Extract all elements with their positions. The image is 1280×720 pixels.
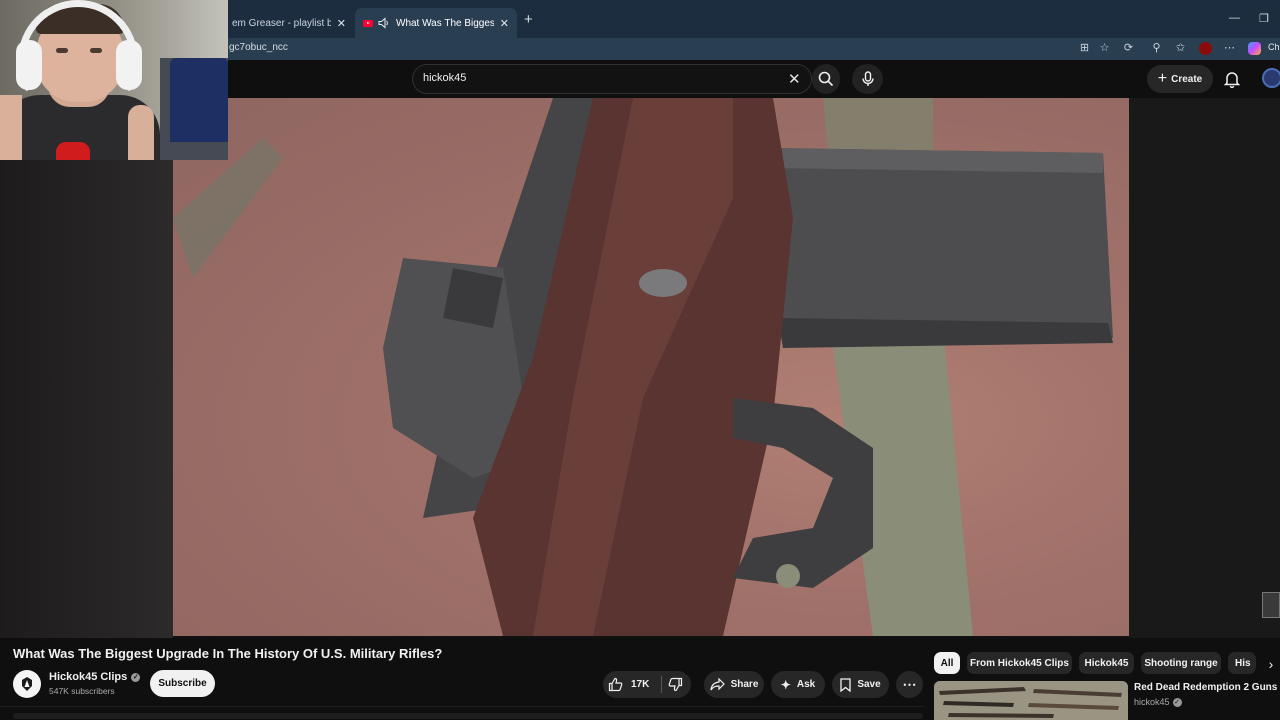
search-input[interactable]: hickok45 xyxy=(423,72,466,84)
channel-logo-icon xyxy=(22,677,32,691)
video-title: What Was The Biggest Upgrade In The Hist… xyxy=(13,646,443,661)
channel-avatar[interactable] xyxy=(13,670,41,698)
screen: em Greaser - playlist by Rich ✕ What Was… xyxy=(0,0,1280,720)
chip-shooting-range[interactable]: Shooting range xyxy=(1141,652,1221,674)
more-menu-icon[interactable]: ⋯ xyxy=(1223,42,1236,55)
thumbnail-guns-image xyxy=(934,681,1128,720)
like-button[interactable]: 17K xyxy=(608,671,649,698)
webcam-overlay xyxy=(0,0,228,160)
video-content-rifle xyxy=(173,98,1113,636)
search-button[interactable] xyxy=(812,64,840,94)
account-avatar[interactable] xyxy=(1262,68,1280,88)
tab-label: What Was The Biggest Upgra xyxy=(396,17,494,29)
share-button[interactable]: Share xyxy=(704,671,764,698)
create-label: Create xyxy=(1171,73,1203,85)
chip-from-channel[interactable]: From Hickok45 Clips xyxy=(967,652,1072,674)
video-blur-left xyxy=(0,98,173,638)
chip-all[interactable]: All xyxy=(934,652,960,674)
webcam-chair xyxy=(170,58,228,142)
video-frame[interactable] xyxy=(173,98,1129,636)
channel-name-row[interactable]: Hickok45 Clips ✓ xyxy=(49,671,141,683)
like-count: 17K xyxy=(631,679,650,690)
clear-search-icon[interactable]: ✕ xyxy=(788,70,801,88)
verified-check-icon: ✓ xyxy=(131,672,141,682)
subscriber-count: 547K subscribers xyxy=(49,686,115,696)
share-label: Share xyxy=(730,679,759,690)
save-label: Save xyxy=(857,679,881,690)
more-horizontal-icon: ⋯ xyxy=(902,676,917,692)
search-icon xyxy=(818,71,834,87)
chip-history[interactable]: His xyxy=(1228,652,1256,674)
share-icon xyxy=(709,678,725,691)
new-tab-icon[interactable]: + xyxy=(524,11,533,28)
more-actions-button[interactable]: ⋯ xyxy=(896,671,923,698)
description-box-edge xyxy=(0,706,925,720)
recommendation-channel[interactable]: hickok45 xyxy=(1134,697,1170,707)
tab-label: em Greaser - playlist by Rich xyxy=(232,17,331,29)
restore-icon[interactable]: ❐ xyxy=(1259,12,1269,25)
close-icon[interactable]: ✕ xyxy=(337,17,346,30)
webcam-person-arm-left xyxy=(0,95,22,160)
close-icon[interactable]: ✕ xyxy=(500,17,509,30)
recommendation-title[interactable]: Red Dead Redemption 2 Guns xyxy=(1134,682,1277,693)
minimize-icon[interactable]: — xyxy=(1229,12,1240,24)
favorites-icon[interactable]: ✩ xyxy=(1174,42,1187,55)
chevron-right-icon[interactable]: › xyxy=(1262,655,1280,673)
voice-search-button[interactable] xyxy=(852,64,883,94)
thumbs-down-icon[interactable] xyxy=(668,677,683,692)
recommendation-thumbnail[interactable] xyxy=(934,681,1128,720)
headset-earcup-right xyxy=(116,40,142,90)
copilot-icon[interactable] xyxy=(1248,42,1261,55)
save-button[interactable]: Save xyxy=(832,671,889,698)
notifications-bell-icon[interactable] xyxy=(1223,70,1241,88)
verified-check-icon: ✓ xyxy=(1172,697,1182,707)
copilot-label[interactable]: Ch xyxy=(1268,42,1280,52)
headset-earcup-left xyxy=(16,40,42,90)
app-available-icon[interactable]: ⊞ xyxy=(1078,42,1091,55)
miniplayer-button[interactable] xyxy=(1262,592,1280,618)
create-button[interactable]: + Create xyxy=(1147,65,1213,93)
thumbs-up-icon xyxy=(608,677,623,692)
speaker-icon[interactable] xyxy=(378,17,390,29)
ask-button[interactable]: ✦ Ask xyxy=(771,671,825,698)
bookmark-icon xyxy=(840,677,851,692)
youtube-favicon-icon xyxy=(363,19,373,27)
url-text[interactable]: gc7obuc_ncc xyxy=(229,42,288,53)
recommendation-channel-row[interactable]: hickok45 ✓ xyxy=(1134,697,1182,707)
tab-playlist[interactable]: em Greaser - playlist by Rich ✕ xyxy=(224,8,354,38)
description-box[interactable] xyxy=(13,713,923,719)
channel-name[interactable]: Hickok45 Clips xyxy=(49,671,127,683)
webcam-person-arm-right xyxy=(128,105,154,160)
refresh-extension-icon[interactable]: ⟳ xyxy=(1122,42,1135,55)
profile-extension-icon[interactable] xyxy=(1199,42,1212,55)
search-box[interactable] xyxy=(412,64,812,94)
ask-label: Ask xyxy=(796,679,816,690)
like-divider xyxy=(661,676,662,693)
microphone-icon xyxy=(861,71,874,86)
video-blur-right xyxy=(1129,98,1280,638)
tab-video[interactable]: What Was The Biggest Upgra ✕ xyxy=(355,8,517,38)
extension-icon[interactable]: ⚲ xyxy=(1150,42,1163,55)
subscribe-button[interactable]: Subscribe xyxy=(150,670,215,697)
plus-icon: + xyxy=(1157,70,1168,87)
sparkle-icon: ✦ xyxy=(780,677,791,692)
favorite-star-icon[interactable]: ☆ xyxy=(1098,42,1111,55)
chip-hickok45[interactable]: Hickok45 xyxy=(1079,652,1134,674)
microphone-hardware xyxy=(56,142,90,160)
